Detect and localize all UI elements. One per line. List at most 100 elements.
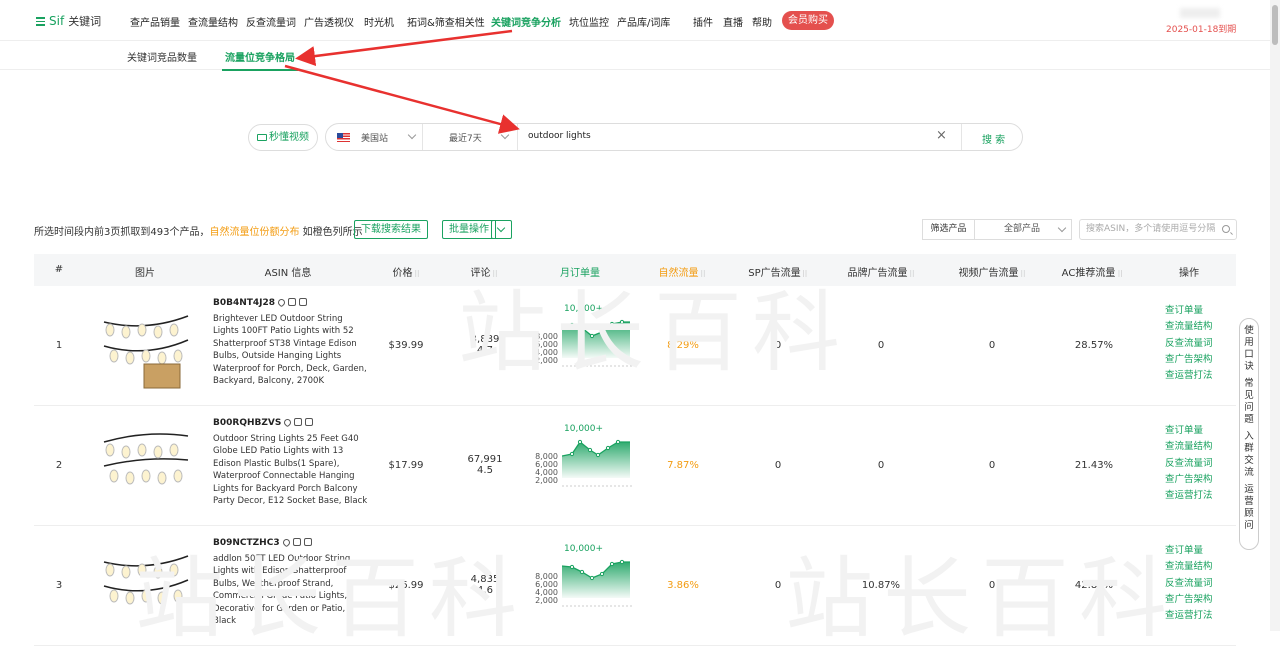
- filter-products-select[interactable]: 全部产品: [974, 219, 1072, 240]
- col-sp-ad-traffic[interactable]: SP广告流量: [748, 264, 807, 279]
- nav-item-live[interactable]: 直播: [723, 14, 743, 29]
- copy-icon[interactable]: [303, 538, 312, 546]
- user-icon[interactable]: [294, 418, 303, 426]
- product-image[interactable]: [100, 422, 192, 510]
- col-monthly-orders[interactable]: 月订单量: [560, 264, 600, 279]
- sp-ad-traffic: 0: [774, 340, 782, 351]
- action-check-orders[interactable]: 查订单量: [1165, 303, 1213, 319]
- chevron-down-icon[interactable]: [500, 130, 510, 140]
- nav-item-plugin[interactable]: 插件: [693, 14, 713, 29]
- action-reverse-keywords[interactable]: 反查流量词: [1165, 336, 1213, 352]
- asin-code[interactable]: B00RQHBZVS: [213, 417, 314, 428]
- brand-logo[interactable]: Sif 关键词: [36, 13, 101, 29]
- tab-keyword-competitor-count[interactable]: 关键词竞品数量: [127, 49, 197, 64]
- help-faq[interactable]: 常见问题: [1244, 378, 1254, 426]
- product-title[interactable]: Outdoor String Lights 25 Feet G40 Globe …: [213, 433, 368, 507]
- action-operation-strategy[interactable]: 查运营打法: [1165, 488, 1213, 504]
- favorite-icon[interactable]: [281, 537, 292, 548]
- copy-icon[interactable]: [299, 298, 308, 306]
- site-select[interactable]: 美国站: [361, 131, 388, 144]
- asin-code[interactable]: B09NCTZHC3: [213, 537, 312, 548]
- monthly-orders-chart[interactable]: 10,000+ 8,000 6,000 4,000 2,000: [535, 304, 634, 374]
- product-title[interactable]: Brightever LED Outdoor String Lights 100…: [213, 313, 368, 387]
- action-traffic-structure[interactable]: 查流量结构: [1165, 439, 1213, 455]
- favorite-icon[interactable]: [276, 297, 287, 308]
- clear-icon[interactable]: ×: [936, 128, 947, 143]
- filter-products-label: 筛选产品: [922, 219, 975, 240]
- action-reverse-keywords[interactable]: 反查流量词: [1165, 456, 1213, 472]
- chart-point: [589, 333, 595, 339]
- chart-point: [595, 452, 601, 458]
- action-reverse-keywords[interactable]: 反查流量词: [1165, 576, 1213, 592]
- favorite-icon[interactable]: [282, 417, 293, 428]
- sort-icon[interactable]: [1021, 270, 1025, 277]
- scrollbar-thumb[interactable]: [1272, 5, 1278, 45]
- sort-icon[interactable]: [803, 270, 807, 277]
- product-image[interactable]: [100, 542, 192, 630]
- action-operation-strategy[interactable]: 查运营打法: [1165, 608, 1213, 624]
- action-ad-structure[interactable]: 查广告架构: [1165, 592, 1213, 608]
- col-video-ad-traffic[interactable]: 视频广告流量: [959, 264, 1026, 279]
- download-results-button[interactable]: 下载搜索结果: [354, 220, 428, 239]
- search-icon[interactable]: [1222, 225, 1230, 233]
- asin-code[interactable]: B0B4NT4J28: [213, 297, 308, 308]
- tab-traffic-position-landscape[interactable]: 流量位竞争格局: [222, 49, 298, 71]
- action-traffic-structure[interactable]: 查流量结构: [1165, 559, 1213, 575]
- video-tutorial-button[interactable]: 秒懂视频: [248, 124, 318, 151]
- monthly-orders-chart[interactable]: 10,000+ 8,000 6,000 4,000 2,000: [535, 544, 634, 614]
- nav-item-reverse-keywords[interactable]: 反查流量词: [246, 14, 296, 29]
- col-price[interactable]: 价格: [393, 264, 420, 279]
- user-icon[interactable]: [288, 298, 297, 306]
- nav-item-time-machine[interactable]: 时光机: [364, 14, 394, 29]
- sort-icon[interactable]: [415, 270, 419, 277]
- action-check-orders[interactable]: 查订单量: [1165, 543, 1213, 559]
- nav-item-keyword-expansion[interactable]: 拓词&筛查相关性: [407, 14, 485, 29]
- nav-item-help[interactable]: 帮助: [752, 14, 772, 29]
- search-button[interactable]: 搜 索: [982, 131, 1005, 146]
- col-organic-traffic[interactable]: 自然流量: [659, 264, 706, 279]
- chart-point: [569, 451, 575, 457]
- action-traffic-structure[interactable]: 查流量结构: [1165, 319, 1213, 335]
- bulk-operation-button[interactable]: 批量操作: [442, 220, 496, 239]
- product-title[interactable]: addlon 50FT LED Outdoor String Lights wi…: [213, 553, 368, 627]
- nav-item-traffic-structure[interactable]: 查流量结构: [188, 14, 238, 29]
- nav-item-keyword-competition[interactable]: 关键词竞争分析: [491, 14, 561, 29]
- help-consultant[interactable]: 运营顾问: [1244, 484, 1254, 532]
- ac-traffic: 21.43%: [1074, 460, 1114, 471]
- col-reviews[interactable]: 评论: [471, 264, 498, 279]
- col-ac-traffic[interactable]: AC推荐流量: [1062, 264, 1123, 279]
- sort-icon[interactable]: [1118, 270, 1122, 277]
- monthly-orders-chart[interactable]: 10,000+ 8,000 6,000 4,000 2,000: [535, 424, 634, 494]
- video-ad-traffic: 0: [988, 340, 996, 351]
- help-join-group[interactable]: 入群交流: [1244, 431, 1254, 479]
- buy-membership-button[interactable]: 会员购买: [782, 11, 834, 30]
- action-operation-strategy[interactable]: 查运营打法: [1165, 368, 1213, 384]
- rank: 1: [55, 340, 63, 351]
- sort-icon[interactable]: [701, 270, 705, 277]
- copy-icon[interactable]: [305, 418, 314, 426]
- col-brand-ad-traffic[interactable]: 品牌广告流量: [848, 264, 915, 279]
- bulk-operation-dropdown[interactable]: [491, 220, 512, 239]
- help-usage-tips[interactable]: 使用口诀: [1244, 325, 1254, 373]
- chevron-down-icon[interactable]: [407, 130, 417, 140]
- summary-highlight: 自然流量位份额分布: [209, 227, 300, 238]
- nav-item-product-library[interactable]: 产品库/词库: [617, 14, 670, 29]
- sort-icon[interactable]: [910, 270, 914, 277]
- sub-tabs: 关键词竞品数量 流量位竞争格局: [0, 41, 1270, 71]
- menu-icon[interactable]: [36, 15, 45, 28]
- user-icon[interactable]: [292, 538, 301, 546]
- user-name-blurred[interactable]: [1180, 8, 1220, 18]
- nav-item-product-sales[interactable]: 查产品销量: [130, 14, 180, 29]
- chart-axis-label: 2,000: [535, 476, 558, 485]
- product-image[interactable]: [100, 302, 192, 390]
- search-input[interactable]: outdoor lights: [528, 131, 591, 141]
- action-ad-structure[interactable]: 查广告架构: [1165, 472, 1213, 488]
- action-ad-structure[interactable]: 查广告架构: [1165, 352, 1213, 368]
- sort-icon[interactable]: [493, 270, 497, 277]
- scrollbar[interactable]: [1270, 0, 1280, 631]
- nav-item-ad-insight[interactable]: 广告透视仪: [304, 14, 354, 29]
- nav-item-position-monitor[interactable]: 坑位监控: [569, 14, 609, 29]
- action-check-orders[interactable]: 查订单量: [1165, 423, 1213, 439]
- period-select[interactable]: 最近7天: [449, 131, 482, 144]
- asin-search-input[interactable]: 搜索ASIN，多个请使用逗号分隔: [1079, 219, 1237, 240]
